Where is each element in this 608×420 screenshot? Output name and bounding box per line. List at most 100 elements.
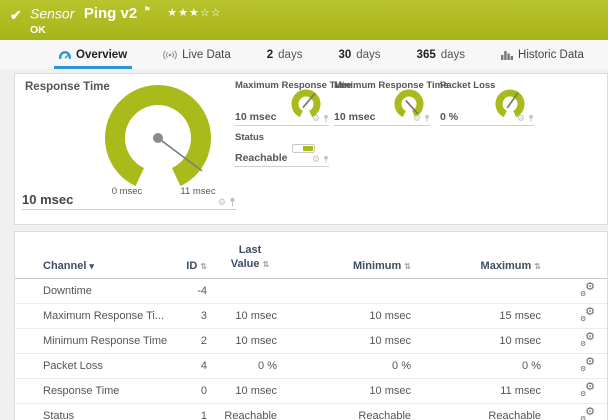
channel-name[interactable]: Status [15,403,167,420]
status-value: Reachable [235,152,288,164]
sensor-header: ✔ Sensor Ping v2 ⚑ ★★★☆☆ OK [0,0,608,40]
tab-bar: Overview Live Data 2 days 30 days 365 da… [0,40,608,69]
channel-maximum: Reachable [411,403,541,420]
response-time-gauge [105,85,211,187]
status-badge: OK [30,24,46,36]
gear-icon[interactable]: ⚙ [517,114,525,123]
tab-historic-data[interactable]: Historic Data [496,40,589,69]
column-header-minimum[interactable]: Minimum ⇅ [277,232,411,279]
gear-icon[interactable]: ⚙ [218,197,226,207]
gauges-panel: Response Time 0 msec 11 msec 10 msec ⚙ M… [14,73,608,225]
channel-last-value [207,278,277,304]
channel-last-value: 10 msec [207,328,277,354]
tab-historic-data-label: Historic Data [518,48,584,61]
channel-minimum [277,278,411,304]
gear-icon[interactable]: ⚙ [312,114,320,123]
stars-filled: ★★★ [167,7,200,20]
channel-settings-icon[interactable]: ⚙ ⚙ [580,281,595,298]
maximum-response-time-footer: 10 msec ⚙ [235,111,329,126]
priority-stars[interactable]: ★★★☆☆ [167,7,221,19]
pin-icon[interactable] [229,197,236,207]
tab-2-days[interactable]: 2 days [262,40,308,69]
status-footer: Reachable ⚙ [235,152,329,167]
minimum-response-time-value: 10 msec [334,111,376,123]
channel-last-value: 0 % [207,353,277,379]
table-row[interactable]: Minimum Response Time 2 10 msec 10 msec … [15,328,607,354]
channel-minimum: 10 msec [277,378,411,404]
channel-maximum: 11 msec [411,378,541,404]
tab-365-days[interactable]: 365 days [412,40,470,69]
tab-30-days-number: 30 [338,48,352,61]
status-panel: Status Reachable ⚙ [235,132,329,167]
live-signal-icon [163,49,177,60]
channel-id: 1 [167,403,207,420]
column-header-last-value[interactable]: Last Value ⇅ [207,232,277,279]
minimum-response-time-footer: 10 msec ⚙ [334,111,430,126]
pin-icon[interactable] [323,155,329,164]
channel-name[interactable]: Minimum Response Time [15,328,167,354]
channel-settings-icon[interactable]: ⚙ ⚙ [580,306,595,323]
column-header-maximum[interactable]: Maximum ⇅ [411,232,541,279]
channel-maximum: 15 msec [411,303,541,329]
tab-365-days-unit: days [440,48,466,61]
gear-icon[interactable]: ⚙ [312,155,320,164]
channel-minimum: Reachable [277,403,411,420]
channel-name[interactable]: Downtime [15,278,167,304]
pin-icon[interactable] [528,114,534,123]
sort-icon: ⇅ [404,261,411,271]
channel-settings-icon[interactable]: ⚙ ⚙ [580,356,595,373]
channel-maximum: 10 msec [411,328,541,354]
channel-name[interactable]: Response Time [15,378,167,404]
channels-table: Channel ▾ ID ⇅ Last Value ⇅ Minimum ⇅ Maximu… [15,232,607,420]
channel-id: 4 [167,353,207,379]
channel-minimum: 10 msec [277,303,411,329]
channel-last-value: 10 msec [207,303,277,329]
tab-2-days-number: 2 [266,48,274,61]
tab-30-days[interactable]: 30 days [333,40,385,69]
sort-icon: ⇅ [200,261,207,271]
pin-icon[interactable] [424,114,430,123]
channel-id: 3 [167,303,207,329]
page-title: Ping v2 [83,5,138,23]
response-time-footer: 10 msec ⚙ [22,192,236,210]
channel-last-value: Reachable [207,403,277,420]
tab-overview[interactable]: Overview [54,40,132,69]
tab-30-days-unit: days [356,48,381,61]
stars-empty: ☆☆ [199,7,222,20]
channel-id: 2 [167,328,207,354]
minimum-response-time-panel: Minimum Response Time 10 msec ⚙ [334,80,448,126]
maximum-response-time-panel: Maximum Response Time 10 msec ⚙ [235,80,352,126]
channel-settings-icon[interactable]: ⚙ ⚙ [580,381,595,398]
tab-2-days-unit: days [278,48,303,61]
flag-icon[interactable]: ⚑ [144,5,151,14]
response-time-value: 10 msec [22,192,74,207]
channel-id: 0 [167,378,207,404]
channel-settings-icon[interactable]: ⚙ ⚙ [580,331,595,348]
channel-name[interactable]: Maximum Response Ti... [15,303,167,329]
channel-name[interactable]: Packet Loss [15,353,167,379]
overview-content: Response Time 0 msec 11 msec 10 msec ⚙ M… [0,69,608,420]
column-header-id[interactable]: ID ⇅ [167,232,207,279]
channel-minimum: 0 % [277,353,411,379]
channel-settings-icon[interactable]: ⚙ ⚙ [580,406,595,420]
channel-last-value: 10 msec [207,378,277,404]
sensor-type-label: Sensor [30,5,75,22]
tab-live-data[interactable]: Live Data [158,40,236,69]
table-row[interactable]: Downtime -4 ⚙ ⚙ [15,278,607,304]
pin-icon[interactable] [323,114,329,123]
tab-overview-label: Overview [76,48,128,61]
table-row[interactable]: Maximum Response Ti... 3 10 msec 10 msec… [15,303,607,329]
tab-365-days-number: 365 [416,48,436,61]
table-header-row: Channel ▾ ID ⇅ Last Value ⇅ Minimum ⇅ Maximu… [15,232,607,279]
sort-icon: ⇅ [534,261,541,271]
sort-icon: ⇅ [262,259,270,269]
table-row[interactable]: Response Time 0 10 msec 10 msec 11 msec … [15,378,607,404]
table-row[interactable]: Status 1 Reachable Reachable Reachable ⚙… [15,403,607,420]
status-title: Status [235,132,265,143]
ok-check-icon: ✔ [10,7,22,23]
packet-loss-footer: 0 % ⚙ [440,111,534,126]
table-row[interactable]: Packet Loss 4 0 % 0 % 0 % ⚙ ⚙ [15,353,607,379]
column-header-actions [541,232,607,279]
column-header-channel[interactable]: Channel ▾ [15,232,167,279]
gear-icon[interactable]: ⚙ [413,114,421,123]
